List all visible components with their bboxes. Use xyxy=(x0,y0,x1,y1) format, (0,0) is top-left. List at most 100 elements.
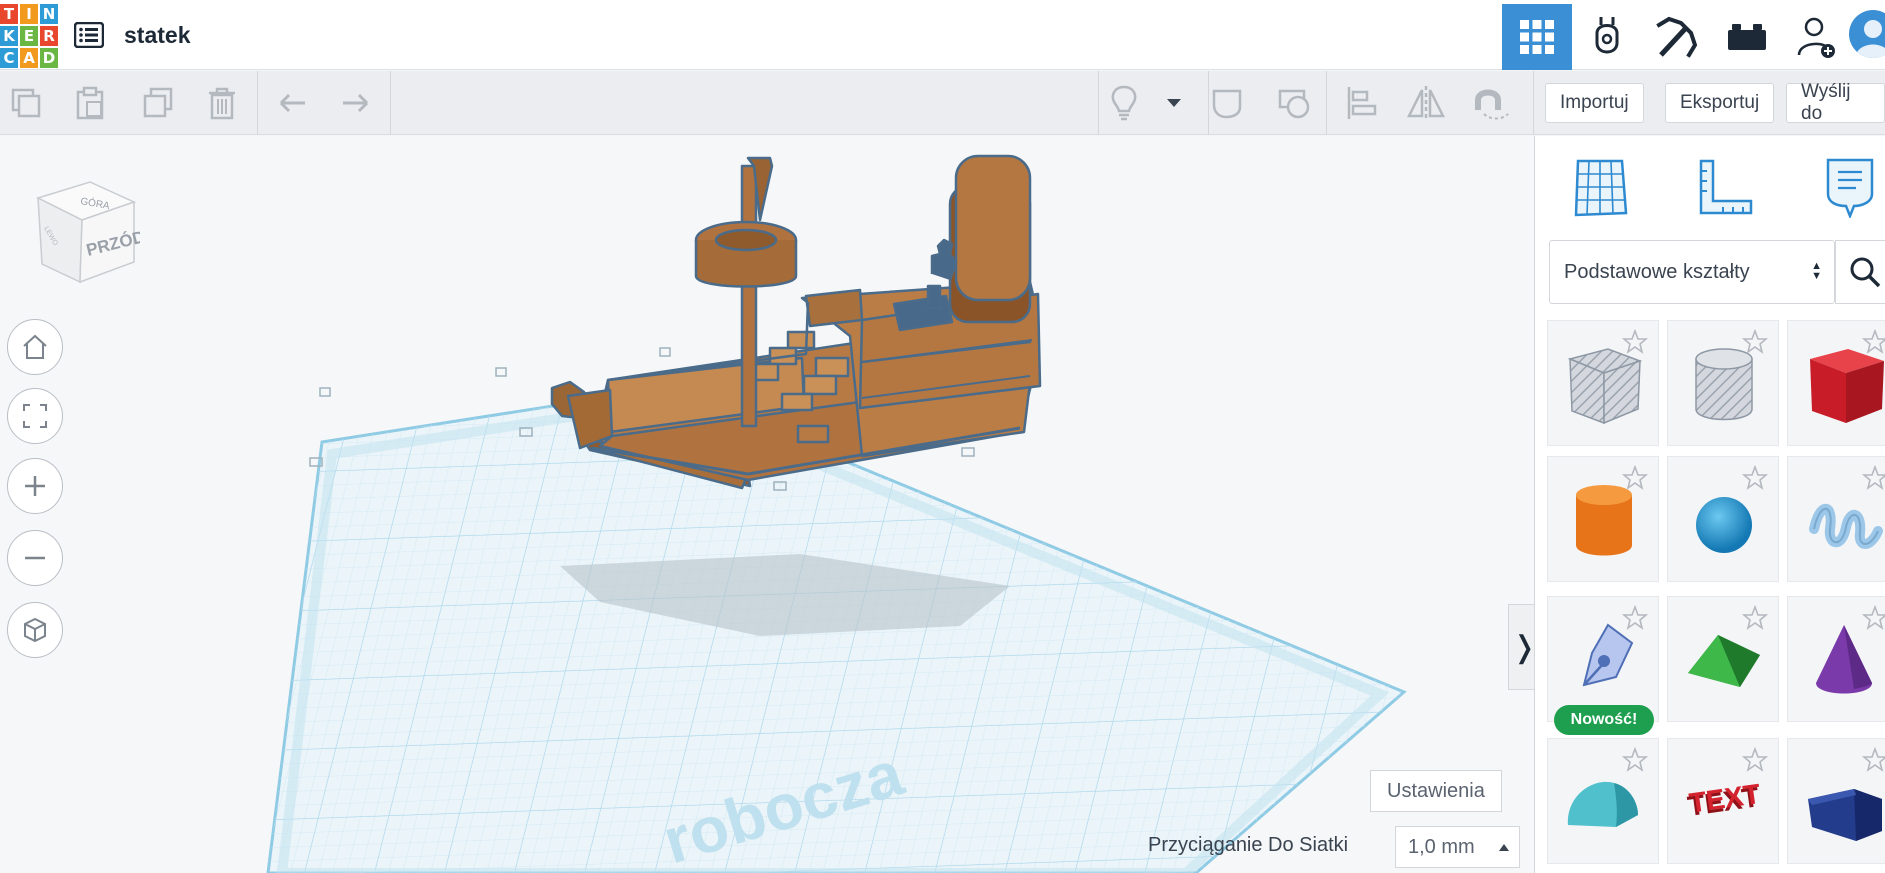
toolbar-divider xyxy=(1533,71,1534,135)
shape-scribble[interactable] xyxy=(1787,456,1885,582)
invite-button[interactable] xyxy=(1782,4,1852,70)
favorite-star-icon[interactable] xyxy=(1742,605,1768,631)
shape-box-hole[interactable] xyxy=(1547,320,1659,446)
snap-grid-select[interactable]: 1,0 mm xyxy=(1395,826,1520,868)
redo-button[interactable] xyxy=(334,81,378,125)
duplicate-button[interactable] xyxy=(136,81,180,125)
fit-view-button[interactable] xyxy=(7,388,63,444)
logo-letter: N xyxy=(40,4,58,24)
note-icon xyxy=(1212,89,1242,119)
toolbar-divider xyxy=(1098,71,1099,135)
user-avatar[interactable] xyxy=(1849,10,1885,58)
shape-text[interactable]: TEXT TEXT xyxy=(1667,738,1779,864)
settings-button[interactable]: Ustawienia xyxy=(1370,770,1502,812)
favorite-star-icon[interactable] xyxy=(1862,747,1885,773)
shape-roof[interactable] xyxy=(1667,596,1779,722)
align-button[interactable] xyxy=(1340,81,1384,125)
shapes-panel: Podstawowe kształty ▲ ▼ Nowość! TEXT TEX… xyxy=(1534,136,1885,873)
avatar-icon xyxy=(1855,20,1885,58)
shape-generator[interactable]: Nowość! xyxy=(1547,596,1659,735)
logo-letter: E xyxy=(20,26,38,46)
logo-letter: A xyxy=(20,48,38,68)
undo-button[interactable] xyxy=(270,81,314,125)
toolbar-divider xyxy=(1326,71,1327,135)
workplane-tool-tab[interactable] xyxy=(1565,152,1635,222)
zoom-in-icon xyxy=(25,476,45,496)
project-title[interactable]: statek xyxy=(124,22,190,49)
shape-cone[interactable] xyxy=(1787,596,1885,722)
copy-button[interactable] xyxy=(4,81,48,125)
show-all-button[interactable] xyxy=(1102,81,1146,125)
ruler-tool-tab[interactable] xyxy=(1689,152,1759,222)
top-bar: T I N K E R C A D statek xyxy=(0,0,1885,70)
workplane-scene[interactable]: robocza xyxy=(0,136,1534,873)
shape-cylinder[interactable] xyxy=(1547,456,1659,582)
circuits-icon xyxy=(1595,17,1619,54)
chevron-right-icon: ❭ xyxy=(1512,630,1534,665)
notes-tool-tab[interactable] xyxy=(1815,152,1885,222)
logo-letter: D xyxy=(40,48,58,68)
mirror-button[interactable] xyxy=(1404,81,1448,125)
favorite-star-icon[interactable] xyxy=(1742,747,1768,773)
shape-box[interactable] xyxy=(1787,320,1885,446)
lightbulb-icon xyxy=(1111,85,1137,121)
shape-search-button[interactable] xyxy=(1835,240,1885,304)
bricks-tab[interactable] xyxy=(1712,4,1782,70)
favorite-star-icon[interactable] xyxy=(1742,465,1768,491)
3d-design-tab[interactable] xyxy=(1502,4,1572,70)
favorite-star-icon[interactable] xyxy=(1862,329,1885,355)
workplane-viewport[interactable]: robocza GÓRA PRZÓD LEWO Ustawienia Przyc… xyxy=(0,136,1534,873)
fit-icon xyxy=(23,404,47,428)
snap-grid-value: 1,0 mm xyxy=(1408,835,1475,858)
duplicate-icon xyxy=(143,87,173,118)
favorite-star-icon[interactable] xyxy=(1622,329,1648,355)
group-button[interactable] xyxy=(1272,81,1316,125)
dropdown-icon xyxy=(1167,99,1181,107)
caret-up-icon xyxy=(1499,844,1509,851)
send-to-button[interactable]: Wyślij do xyxy=(1786,81,1885,124)
note-button[interactable] xyxy=(1206,81,1250,125)
home-view-button[interactable] xyxy=(7,319,63,375)
ship-model[interactable] xyxy=(550,154,1042,490)
designs-list-button[interactable] xyxy=(72,18,106,52)
logo-letter: R xyxy=(40,26,58,46)
import-button[interactable]: Importuj xyxy=(1545,83,1644,123)
favorite-star-icon[interactable] xyxy=(1622,747,1648,773)
favorite-star-icon[interactable] xyxy=(1742,329,1768,355)
zoom-out-button[interactable] xyxy=(7,530,63,586)
shape-half-cylinder[interactable] xyxy=(1787,738,1885,864)
shape-sphere[interactable] xyxy=(1667,456,1779,582)
favorite-star-icon[interactable] xyxy=(1622,605,1648,631)
panel-collapse-button[interactable]: ❭ xyxy=(1508,604,1534,690)
cruise-button[interactable] xyxy=(1468,81,1512,125)
visibility-dropdown[interactable] xyxy=(1152,81,1196,125)
delete-button[interactable] xyxy=(200,81,244,125)
circuits-tab[interactable] xyxy=(1572,4,1642,70)
ruler-icon xyxy=(1699,159,1753,215)
shape-round-roof[interactable] xyxy=(1547,738,1659,864)
logo-letter: K xyxy=(0,26,18,46)
home-icon xyxy=(23,334,47,359)
snap-grid-label: Przyciąganie Do Siatki xyxy=(1148,834,1349,856)
tinkercad-logo[interactable]: T I N K E R C A D xyxy=(0,4,58,68)
favorite-star-icon[interactable] xyxy=(1862,465,1885,491)
shape-library-select[interactable]: Podstawowe kształty ▲ ▼ xyxy=(1549,240,1835,304)
search-icon xyxy=(1850,257,1881,288)
perspective-icon xyxy=(24,617,46,643)
favorite-star-icon[interactable] xyxy=(1622,465,1648,491)
copy-icon xyxy=(11,88,41,118)
codeblocks-tab[interactable] xyxy=(1642,4,1712,70)
favorite-star-icon[interactable] xyxy=(1862,605,1885,631)
shape-cylinder-hole[interactable] xyxy=(1667,320,1779,446)
group-icon xyxy=(1278,89,1310,119)
mode-switcher xyxy=(1502,4,1852,70)
perspective-button[interactable] xyxy=(7,602,63,658)
export-button[interactable]: Eksportuj xyxy=(1665,83,1775,123)
user-add-icon xyxy=(1797,17,1835,58)
view-cube[interactable]: GÓRA PRZÓD LEWO xyxy=(30,168,140,286)
new-badge: Nowość! xyxy=(1554,705,1654,735)
logo-letter: I xyxy=(20,4,38,24)
paste-button[interactable] xyxy=(68,81,112,125)
mirror-icon xyxy=(1406,86,1446,120)
zoom-in-button[interactable] xyxy=(7,458,63,514)
